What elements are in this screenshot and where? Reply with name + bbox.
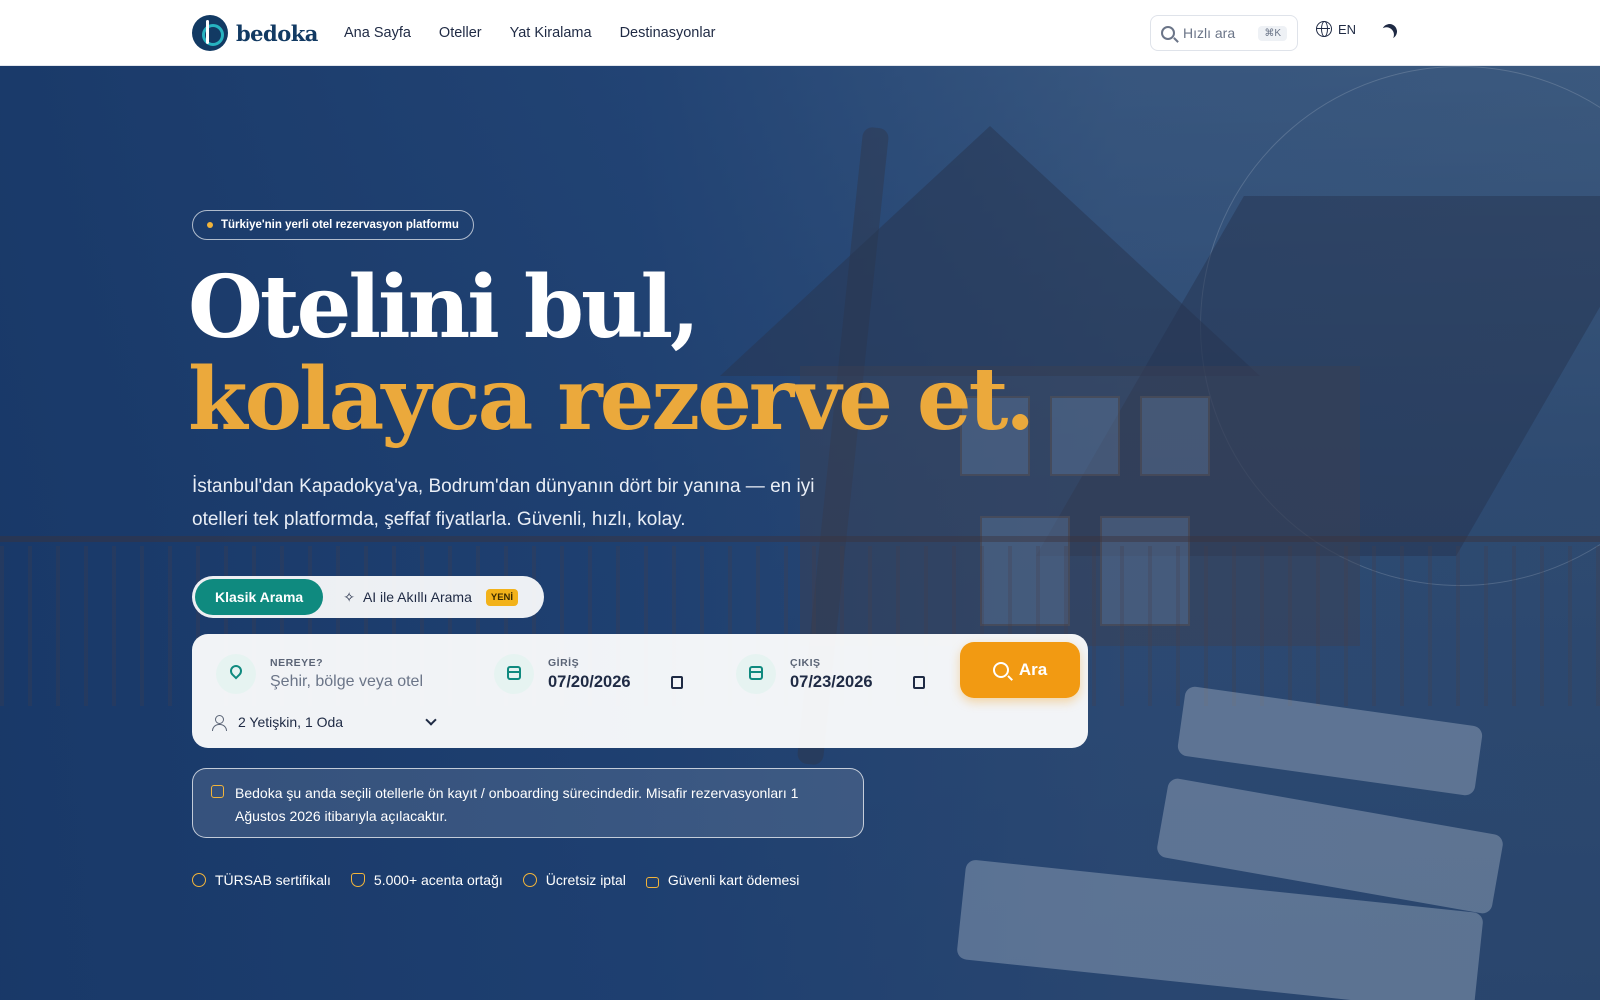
checkout-label: ÇIKIŞ <box>790 656 821 669</box>
background-window <box>1140 396 1210 476</box>
date-picker-icon[interactable] <box>670 675 683 689</box>
theme-toggle-moon-icon[interactable] <box>1380 22 1399 41</box>
hero-section: Türkiye'nin yerli otel rezervasyon platf… <box>0 66 1600 1000</box>
background-railing <box>0 536 1600 542</box>
sparkle-icon: ✧ <box>343 588 355 605</box>
search-button-label: Ara <box>1018 660 1048 679</box>
language-label: EN <box>1338 21 1357 37</box>
search-button[interactable]: Ara <box>960 642 1080 698</box>
logo-icon <box>192 15 228 51</box>
trust-label: Güvenli kart ödemesi <box>667 872 800 888</box>
tab-ai-search[interactable]: ✧ AI ile Akıllı Arama YENİ <box>329 579 532 615</box>
trust-label: Ücretsiz iptal <box>545 872 626 888</box>
location-pin-icon <box>216 654 256 694</box>
users-icon <box>212 715 227 731</box>
language-switcher[interactable]: EN <box>1316 21 1356 37</box>
onboarding-notice: Bedoka şu anda seçili otellerle ön kayıt… <box>192 768 864 838</box>
hero-badge: Türkiye'nin yerli otel rezervasyon platf… <box>192 210 474 240</box>
calendar-clock-icon <box>211 785 224 798</box>
tab-classic-search[interactable]: Klasik Arama <box>195 579 324 615</box>
new-badge: YENİ <box>485 588 519 606</box>
tab-ai-label: AI ile Akıllı Arama <box>362 589 472 605</box>
top-navbar: bedoka Ana Sayfa Oteller Yat Kiralama De… <box>0 0 1600 66</box>
quick-search-placeholder: Hızlı ara <box>1183 25 1236 41</box>
background-window <box>1050 396 1120 476</box>
hero-subtitle: İstanbul'dan Kapadokya'ya, Bodrum'dan dü… <box>192 476 815 530</box>
calendar-icon <box>736 654 776 694</box>
hero-title-line2: kolayca rezerve et. <box>188 349 1035 450</box>
trust-badges: TÜRSAB sertifikalı 5.000+ acenta ortağı … <box>192 872 799 888</box>
checkin-input[interactable]: 07/20/2026 <box>548 673 631 692</box>
logo-text: bedoka <box>236 20 318 46</box>
date-picker-icon[interactable] <box>912 675 925 689</box>
checkout-field[interactable]: ÇIKIŞ 07/23/2026 <box>736 654 925 694</box>
nav-link-hotels[interactable]: Oteller <box>439 25 482 41</box>
globe-icon <box>1316 21 1332 37</box>
trust-label: TÜRSAB sertifikalı <box>215 872 331 888</box>
trust-item: TÜRSAB sertifikalı <box>192 872 331 888</box>
notice-text: Bedoka şu anda seçili otellerle ön kayıt… <box>235 785 799 824</box>
shortcut-hint: ⌘K <box>1258 25 1287 41</box>
badge-dot-icon <box>207 222 213 228</box>
trust-label: 5.000+ acenta ortağı <box>373 872 503 888</box>
destination-field[interactable]: NEREYE? Şehir, bölge veya otel <box>216 654 423 694</box>
lock-icon <box>645 876 659 888</box>
destination-input[interactable]: Şehir, bölge veya otel <box>270 673 423 691</box>
logo[interactable]: bedoka <box>192 15 318 51</box>
nav-link-home[interactable]: Ana Sayfa <box>344 25 411 41</box>
checkin-field[interactable]: GİRİŞ 07/20/2026 <box>494 654 683 694</box>
checkin-label: GİRİŞ <box>548 656 580 669</box>
chevron-down-icon <box>425 714 437 726</box>
trust-item: Güvenli kart ödemesi <box>645 872 800 888</box>
nav-link-destinations[interactable]: Destinasyonlar <box>620 25 716 41</box>
calendar-icon <box>494 654 534 694</box>
nav-link-yacht[interactable]: Yat Kiralama <box>510 25 592 41</box>
checkout-input[interactable]: 07/23/2026 <box>790 673 873 692</box>
destination-label: NEREYE? <box>270 657 324 669</box>
search-mode-tabs: Klasik Arama ✧ AI ile Akıllı Arama YENİ <box>192 576 544 618</box>
quick-search-input[interactable]: Hızlı ara ⌘K <box>1150 15 1298 51</box>
search-icon <box>992 662 1009 678</box>
hero-title-line1: Otelini bul, <box>188 257 700 358</box>
check-circle-icon <box>192 873 206 887</box>
search-panel: NEREYE? Şehir, bölge veya otel GİRİŞ 07/… <box>192 634 1088 748</box>
guests-select[interactable]: 2 Yetişkin, 1 Oda <box>212 714 437 731</box>
badge-text: Türkiye'nin yerli otel rezervasyon platf… <box>221 219 459 231</box>
guests-value: 2 Yetişkin, 1 Oda <box>238 714 344 730</box>
main-menu: Ana Sayfa Oteller Yat Kiralama Destinasy… <box>344 0 716 66</box>
trust-item: 5.000+ acenta ortağı <box>350 872 503 888</box>
trust-item: Ücretsiz iptal <box>522 872 626 888</box>
shield-check-icon <box>350 873 365 887</box>
search-icon <box>1161 26 1175 40</box>
ban-icon <box>522 873 537 887</box>
